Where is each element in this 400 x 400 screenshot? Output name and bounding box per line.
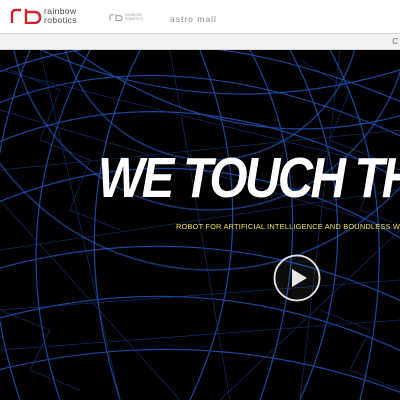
secondary-bar: C (0, 33, 400, 50)
hero-banner: WE TOUCH THE C ROBOT FOR ARTIFICIAL INTE… (0, 50, 400, 400)
sub-brand-text: RAINBOW ROBOTICS (125, 13, 144, 21)
hero-headline: WE TOUCH THE C (98, 146, 400, 210)
rb-logo-mark-icon (10, 8, 42, 24)
brand-wordmark: rainbow robotics (44, 7, 94, 25)
sub-brand-logo[interactable]: RAINBOW ROBOTICS (109, 13, 155, 23)
secondary-bar-link[interactable]: C (392, 37, 398, 46)
top-navigation-bar: rainbow robotics RAINBOW ROBOTICS astro … (0, 0, 400, 33)
play-video-button[interactable] (273, 254, 321, 302)
brand-line-2: robotics (44, 15, 77, 25)
hero-tagline: ROBOT FOR ARTIFICIAL INTELLIGENCE AND BO… (176, 222, 400, 231)
rainbow-robotics-logo[interactable]: rainbow robotics (10, 6, 92, 28)
astro-mall-link[interactable]: astro mall (170, 14, 217, 24)
rb-mini-logo-icon (109, 14, 123, 22)
